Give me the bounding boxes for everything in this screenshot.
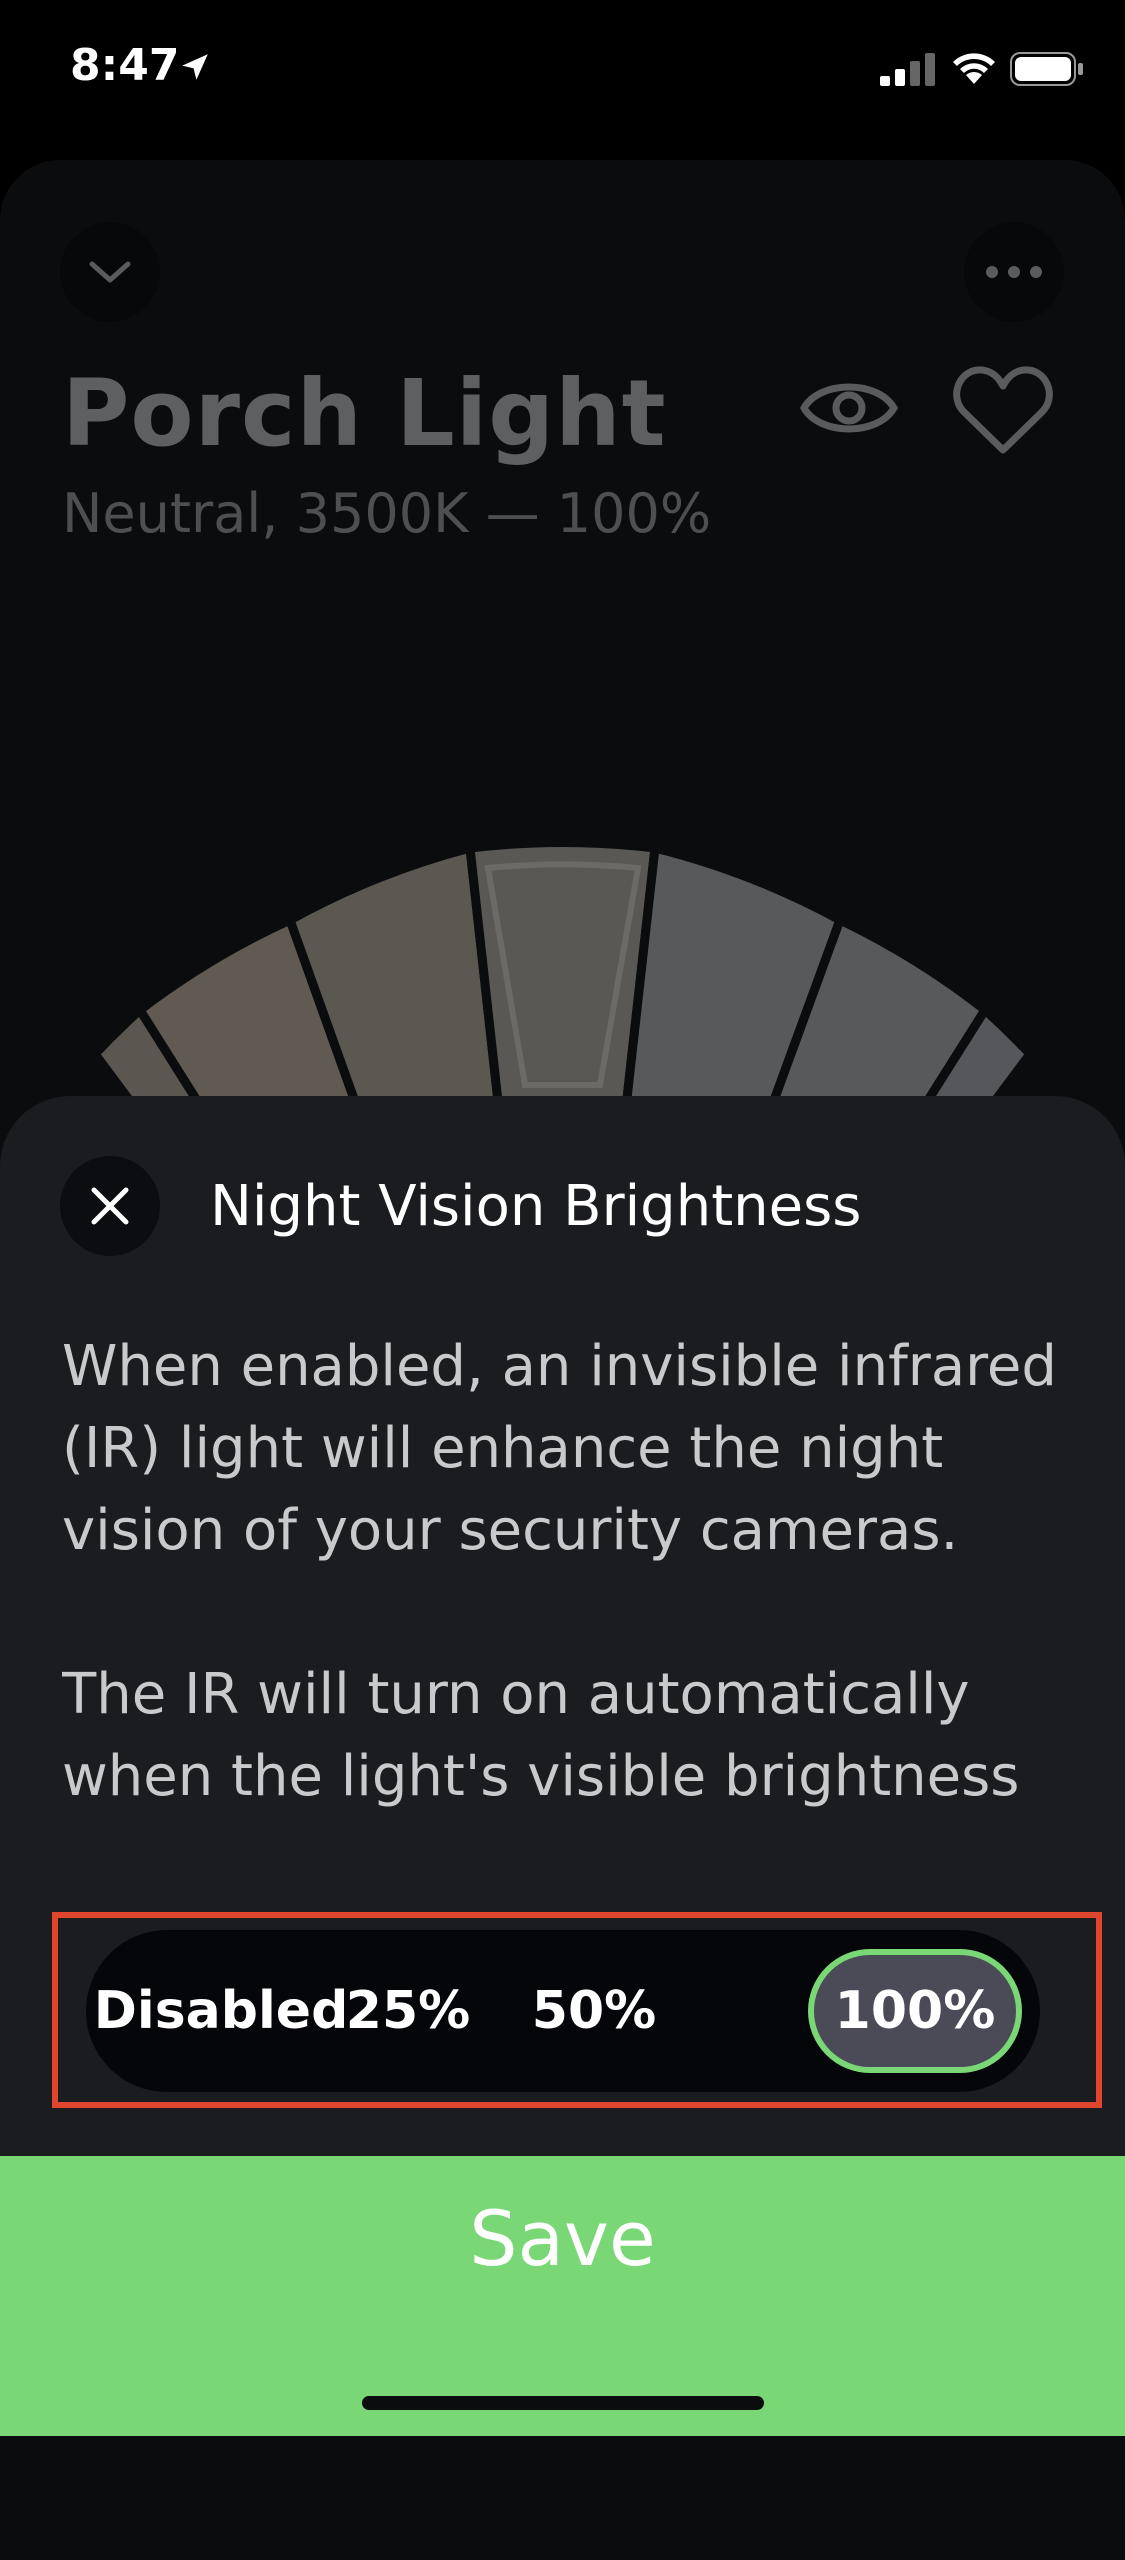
option-50[interactable]: 50%: [532, 1930, 656, 2092]
save-button-label: Save: [469, 2194, 656, 2283]
status-bar: 8:47: [0, 0, 1125, 140]
home-indicator: [362, 2396, 764, 2410]
option-disabled[interactable]: Disabled: [94, 1930, 349, 2092]
heart-icon[interactable]: [952, 362, 1054, 456]
more-icon: [986, 266, 1042, 278]
option-25[interactable]: 25%: [346, 1930, 470, 2092]
collapse-button[interactable]: [60, 222, 160, 322]
color-temperature-wheel[interactable]: [0, 820, 1125, 1120]
save-button[interactable]: Save: [0, 2156, 1125, 2436]
chevron-down-icon: [89, 261, 131, 283]
more-options-button[interactable]: [964, 222, 1064, 322]
close-icon: [91, 1187, 129, 1225]
battery-icon: [1010, 52, 1083, 86]
status-time: 8:47: [70, 40, 180, 91]
device-title: Porch Light: [62, 360, 667, 467]
close-button[interactable]: [60, 1156, 160, 1256]
sheet-description: When enabled, an invisible infrared (IR)…: [62, 1326, 1072, 1962]
eye-icon[interactable]: [800, 370, 898, 446]
sheet-title: Night Vision Brightness: [210, 1174, 862, 1239]
option-100-selected[interactable]: 100%: [808, 1949, 1022, 2073]
device-subtitle: Neutral, 3500K — 100%: [62, 482, 712, 545]
description-paragraph-1: When enabled, an invisible infrared (IR)…: [62, 1334, 1057, 1563]
wifi-icon: [953, 53, 995, 84]
brightness-segmented-control[interactable]: Disabled 25% 50% 100%: [86, 1930, 1040, 2092]
location-arrow-icon: [182, 54, 208, 80]
cellular-signal-icon: [880, 53, 935, 86]
description-paragraph-2: The IR will turn on automatically when t…: [62, 1662, 1020, 1809]
